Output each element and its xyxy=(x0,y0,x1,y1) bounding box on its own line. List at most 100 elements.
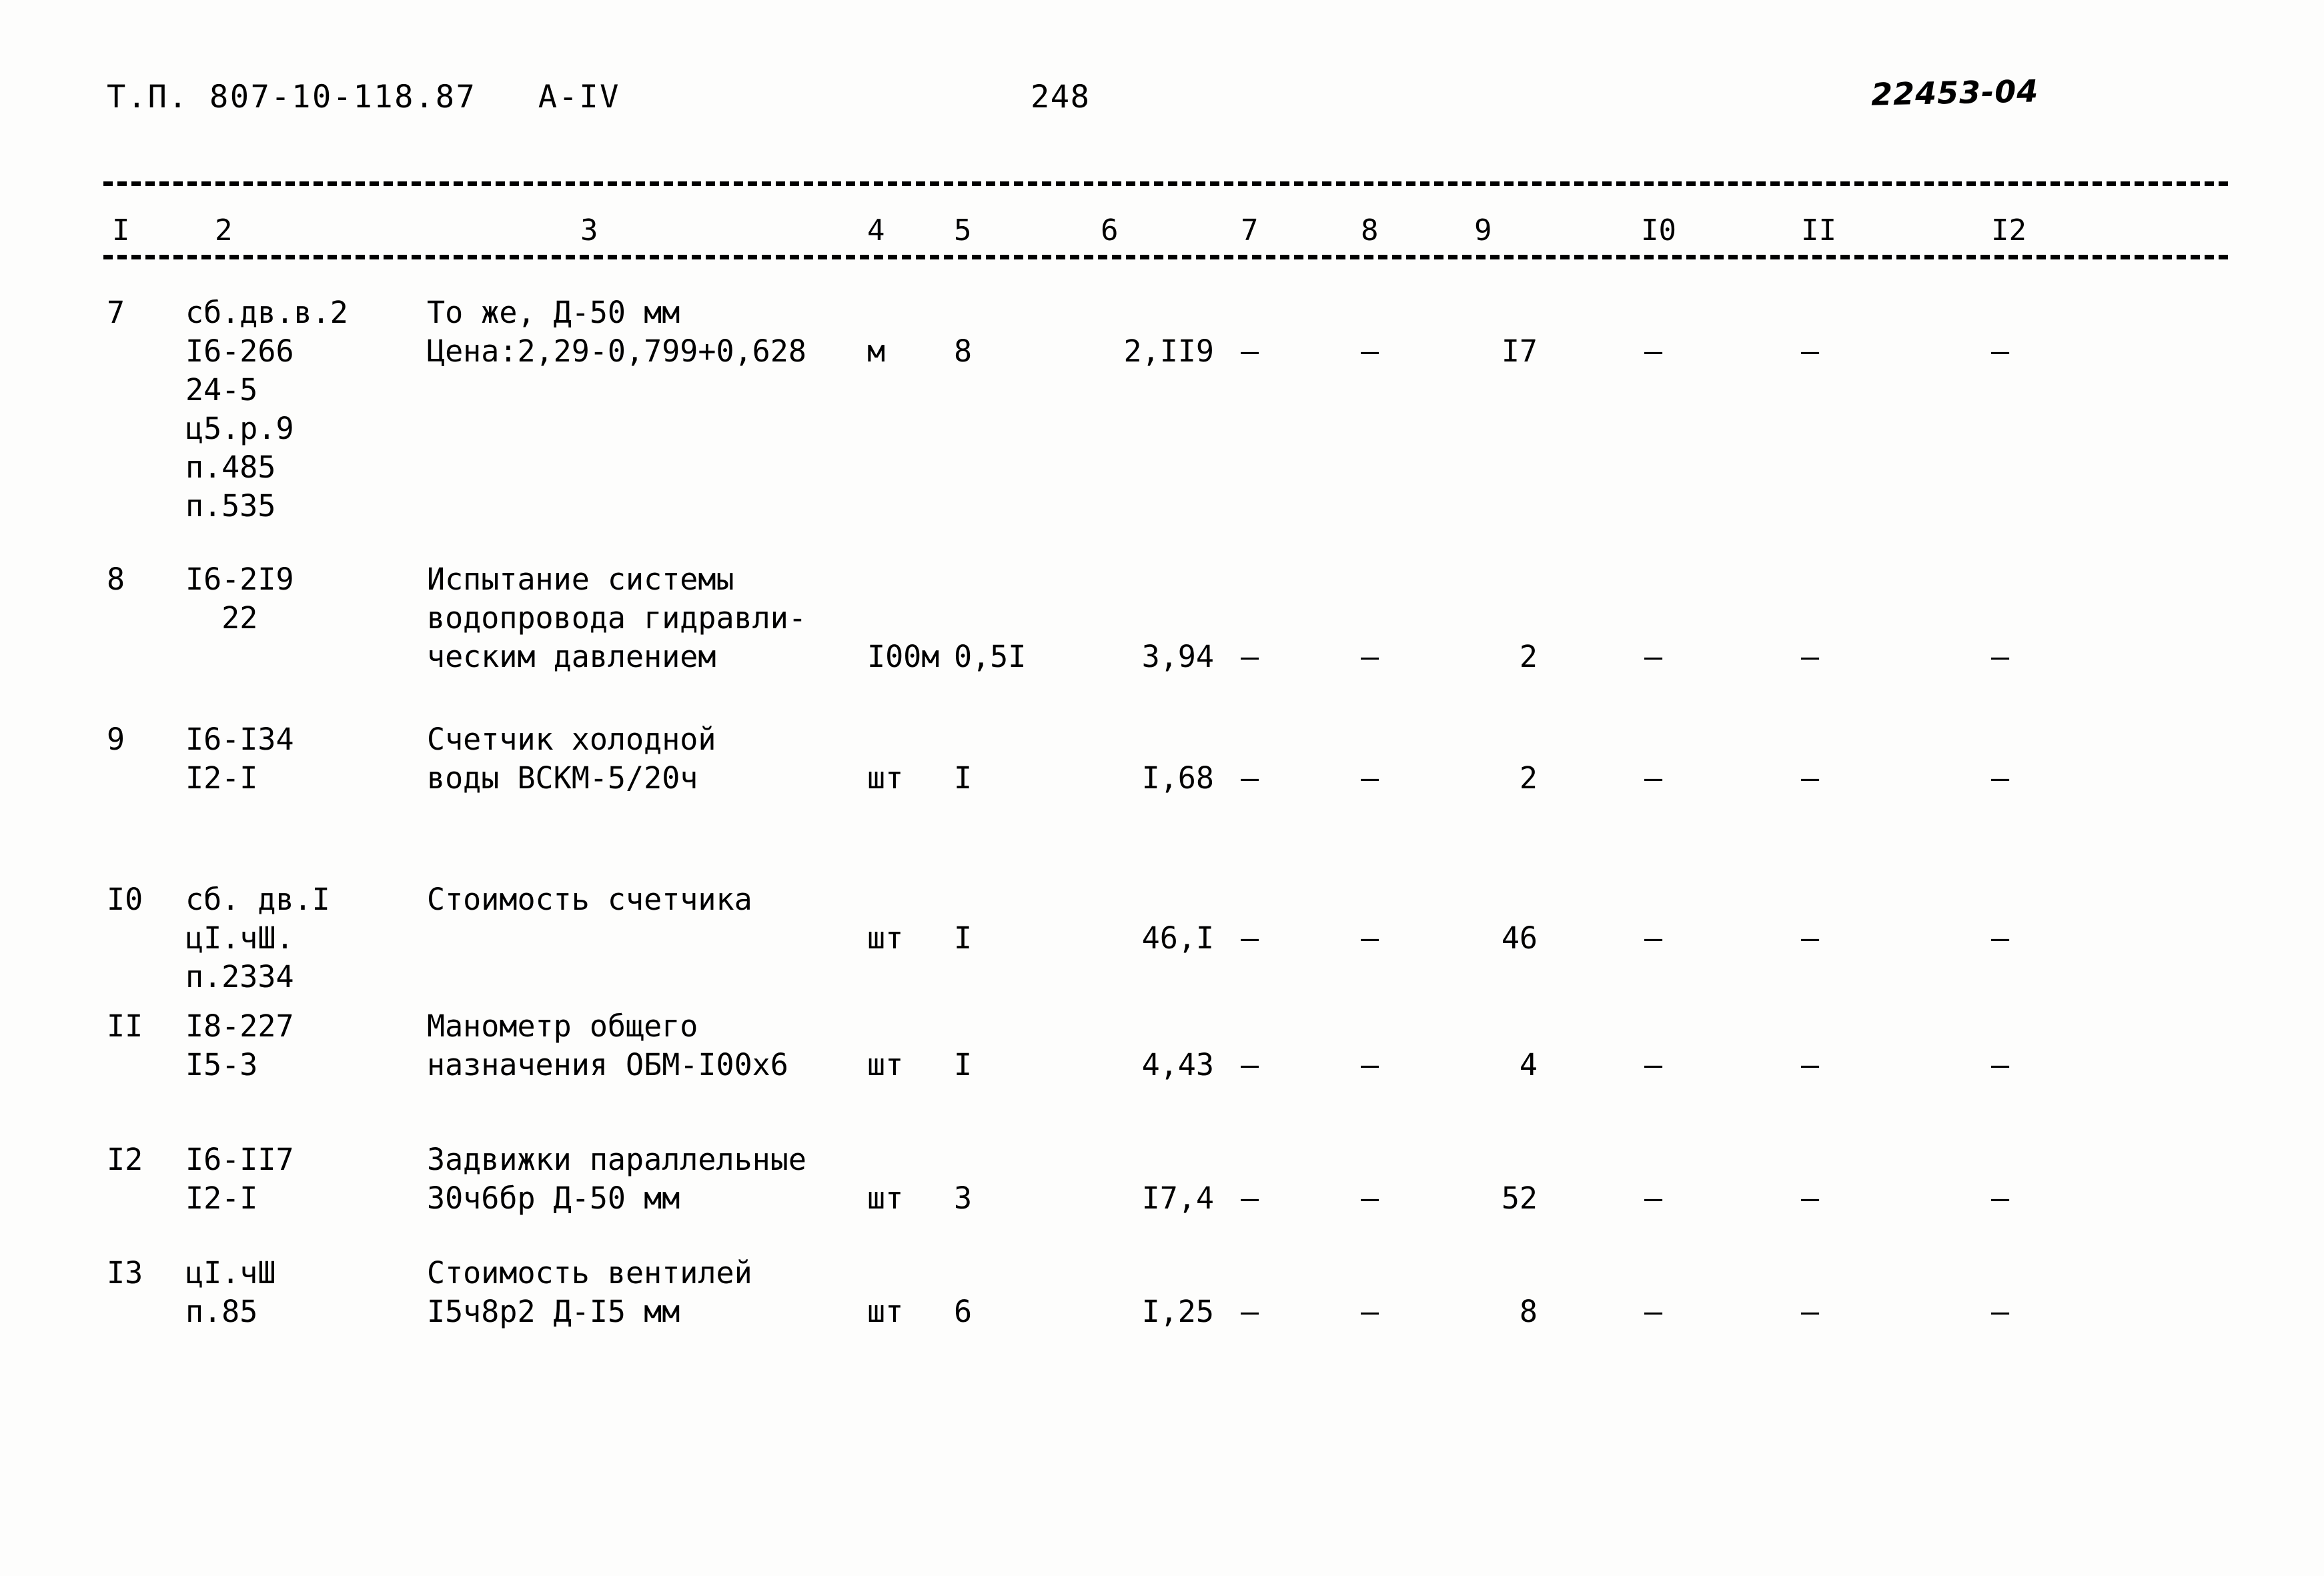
row-value-col9: 2 xyxy=(1519,760,1538,796)
column-number-8: 8 xyxy=(1361,213,1379,247)
row-unit: шт xyxy=(867,1047,904,1082)
row-value-col11: – xyxy=(1801,1180,1820,1216)
row-code-block: цI.чШ п.85 xyxy=(185,1254,275,1331)
row-number: I3 xyxy=(107,1255,143,1291)
row-value-col8: – xyxy=(1361,760,1379,796)
row-code-line: п.85 xyxy=(185,1294,258,1329)
row-quantity: I xyxy=(954,920,973,956)
row-unit: I00м xyxy=(867,639,940,674)
row-code-block: I6-II7 I2-I xyxy=(185,1140,294,1218)
column-number-7: 7 xyxy=(1241,213,1259,247)
row-value-col6: I,25 xyxy=(1141,1294,1214,1329)
row-code-block: I6-2I9 22 xyxy=(185,560,294,638)
row-value-col7: – xyxy=(1241,333,1259,369)
row-description-block: Манометр общего назначения ОБМ-I00х6 xyxy=(427,1007,788,1084)
row-description-line: Стоимость счетчика xyxy=(427,882,752,917)
row-value-col12: – xyxy=(1991,1047,2010,1082)
row-description-line: ческим давлением xyxy=(427,639,716,674)
column-number-5: 5 xyxy=(954,213,972,247)
row-description-line: Счетчик холодной xyxy=(427,722,716,757)
row-value-col10: – xyxy=(1644,639,1663,674)
row-value-col11: – xyxy=(1801,639,1820,674)
row-description-line: Стоимость вентилей xyxy=(427,1255,752,1291)
column-number-11: II xyxy=(1801,213,1836,247)
row-code-block: сб.дв.в.2 I6-266 24-5 ц5.р.9 п.485 п.535 xyxy=(185,293,348,526)
document-code: Т.П. 807-10-118.87 А-IV xyxy=(107,79,620,115)
row-value-col11: – xyxy=(1801,760,1820,796)
row-unit: шт xyxy=(867,1180,904,1216)
row-description-line: Испытание системы xyxy=(427,562,734,597)
row-description-block: Счетчик холодной воды ВСКМ-5/20ч xyxy=(427,720,716,798)
row-value-col8: – xyxy=(1361,920,1379,956)
column-number-10: I0 xyxy=(1641,213,1676,247)
column-number-12: I2 xyxy=(1991,213,2026,247)
row-value-col10: – xyxy=(1644,1294,1663,1329)
row-description-line: воды ВСКМ-5/20ч xyxy=(427,760,698,796)
row-code-line: I8-227 xyxy=(185,1008,294,1044)
row-value-col10: – xyxy=(1644,333,1663,369)
row-value-col11: – xyxy=(1801,333,1820,369)
row-description-block: Испытание системы водопровода гидравли-че… xyxy=(427,560,806,676)
row-description-line: Цена:2,29-0,799+0,628 xyxy=(427,333,806,369)
row-value-col8: – xyxy=(1361,1294,1379,1329)
row-value-col12: – xyxy=(1991,760,2010,796)
row-code-line: цI.чШ xyxy=(185,1255,276,1291)
row-value-col7: – xyxy=(1241,760,1259,796)
row-number: II xyxy=(107,1008,143,1044)
row-value-col8: – xyxy=(1361,639,1379,674)
column-number-4: 4 xyxy=(867,213,885,247)
row-code-line: п.2334 xyxy=(185,959,294,994)
row-quantity: I xyxy=(954,760,973,796)
row-quantity: I xyxy=(954,1047,973,1082)
row-value-col8: – xyxy=(1361,1047,1379,1082)
column-number-9: 9 xyxy=(1474,213,1492,247)
row-value-col7: – xyxy=(1241,639,1259,674)
row-code-line: цI.чШ. xyxy=(185,920,294,956)
row-code-block: сб. дв.I цI.чШ. п.2334 xyxy=(185,880,330,996)
row-code-line: I2-I xyxy=(185,760,258,796)
row-value-col10: – xyxy=(1644,1180,1663,1216)
row-description-line: водопровода гидравли- xyxy=(427,600,806,636)
row-code-line: I2-I xyxy=(185,1180,258,1216)
row-value-col12: – xyxy=(1991,1180,2010,1216)
row-number: 9 xyxy=(107,722,125,757)
row-code-line: сб.дв.в.2 xyxy=(185,295,348,330)
row-unit: м xyxy=(867,333,886,369)
row-code-line: I5-3 xyxy=(185,1047,258,1082)
row-unit: шт xyxy=(867,1294,904,1329)
row-description-line: I5ч8р2 Д-I5 мм xyxy=(427,1294,680,1329)
row-description-line: назначения ОБМ-I00х6 xyxy=(427,1047,788,1082)
row-value-col10: – xyxy=(1644,760,1663,796)
row-code-line: сб. дв.I xyxy=(185,882,330,917)
row-value-col12: – xyxy=(1991,333,2010,369)
table-top-rule xyxy=(103,181,2228,186)
row-description-line: Манометр общего xyxy=(427,1008,698,1044)
row-value-col6: I7,4 xyxy=(1141,1180,1214,1216)
row-value-col9: 52 xyxy=(1501,1180,1538,1216)
row-value-col11: – xyxy=(1801,920,1820,956)
row-code-block: I6-I34 I2-I xyxy=(185,720,294,798)
row-value-col6: I,68 xyxy=(1141,760,1214,796)
row-value-col8: – xyxy=(1361,1180,1379,1216)
row-description-block: Стоимость вентилей I5ч8р2 Д-I5 мм xyxy=(427,1254,752,1331)
row-value-col6: 4,43 xyxy=(1141,1047,1214,1082)
row-code-line: п.485 xyxy=(185,450,276,485)
row-number: 7 xyxy=(107,295,125,330)
row-code-line: I6-266 xyxy=(185,333,294,369)
row-value-col9: 2 xyxy=(1519,639,1538,674)
row-description-block: То же, Д-50 мм Цена:2,29-0,799+0,628 xyxy=(427,293,806,371)
row-value-col9: 8 xyxy=(1519,1294,1538,1329)
row-code-block: I8-227 I5-3 xyxy=(185,1007,294,1084)
row-number: I0 xyxy=(107,882,143,917)
row-code-line: 22 xyxy=(185,600,258,636)
row-value-col10: – xyxy=(1644,920,1663,956)
row-value-col7: – xyxy=(1241,1047,1259,1082)
row-value-col9: I7 xyxy=(1501,333,1538,369)
row-description-block: Задвижки параллельные 30ч6бр Д-50 мм xyxy=(427,1140,806,1218)
row-number: 8 xyxy=(107,562,125,597)
row-description-line: То же, Д-50 мм xyxy=(427,295,680,330)
row-value-col6: 3,94 xyxy=(1141,639,1214,674)
row-value-col7: – xyxy=(1241,1180,1259,1216)
row-value-col6: 46,I xyxy=(1141,920,1214,956)
row-code-line: I6-I34 xyxy=(185,722,294,757)
